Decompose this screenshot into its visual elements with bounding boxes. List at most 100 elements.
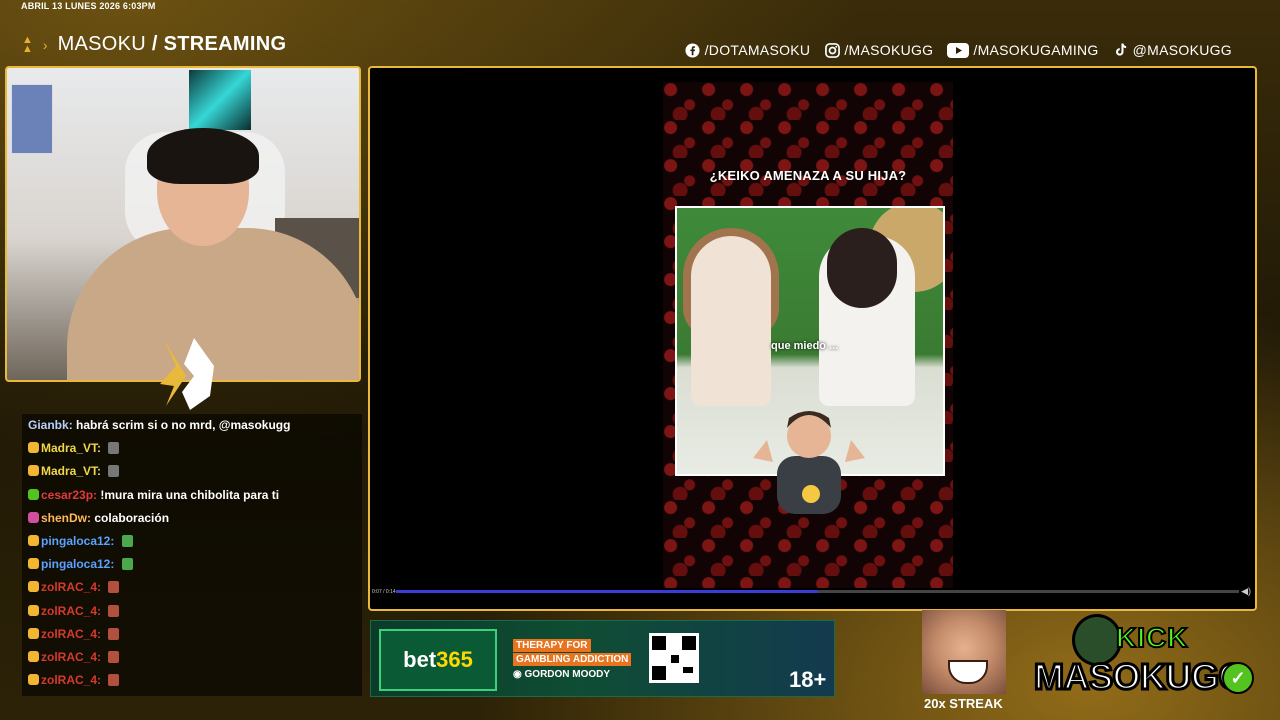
video-frame: ¿KEIKO AMENAZA A SU HIJA? que miedo ... [663, 82, 953, 588]
social-instagram: /MASOKUGG [824, 42, 933, 58]
chat-message: zolRAC_4: [28, 626, 120, 641]
social-label: @MASOKUGG [1132, 42, 1232, 58]
face-emote-icon [108, 651, 120, 663]
crown-badge-icon [28, 651, 39, 662]
chat-message: Madra_VT: [28, 441, 120, 456]
facebook-icon [685, 42, 701, 58]
chat-separator: : [97, 580, 105, 595]
bet-brand: bet [403, 647, 437, 672]
tiktok-icon [1113, 42, 1129, 58]
chat-username[interactable]: zolRAC_4 [41, 673, 97, 687]
chat-separator: : [97, 464, 105, 479]
green-badge-icon [28, 488, 39, 500]
social-tiktok: @MASOKUGG [1113, 42, 1232, 58]
chat-message: cesar23p: !mura mira una chibolita para … [28, 488, 279, 502]
chat-message: Madra_VT: [28, 464, 120, 479]
brand-section: / STREAMING [146, 33, 287, 55]
chat-panel: Gianbk: habrá scrim si o no mrd, @masoku… [22, 414, 362, 696]
chat-username[interactable]: shenDw [41, 511, 87, 525]
gordon-moody-label: GORDON MOODY [524, 669, 611, 680]
wolf-logo-icon [160, 338, 214, 410]
kick-channel-logo: KICK MASOKUGG ✓ [1032, 612, 1258, 699]
video-time: 0:07 / 0:14 [372, 589, 396, 595]
instagram-icon [824, 42, 840, 58]
streamer-hair [147, 128, 259, 184]
therapy-message: THERAPY FOR GAMBLING ADDICTION ◉ GORDON … [513, 639, 632, 681]
chat-username[interactable]: zolRAC_4 [41, 650, 97, 664]
bet365-logo: bet 365 [379, 629, 497, 691]
chat-message: zolRAC_4: [28, 580, 120, 595]
wall-poster [11, 84, 53, 154]
chat-text: habrá scrim si o no mrd, @masokugg [76, 418, 291, 432]
crown-badge-icon [28, 674, 39, 686]
crown-badge-icon [28, 535, 39, 546]
streak-label: 20x STREAK [924, 696, 1003, 711]
pink-badge-icon [28, 511, 39, 523]
sponsor-banner[interactable]: bet 365 THERAPY FOR GAMBLING ADDICTION ◉ … [370, 620, 835, 697]
crown-badge-icon [28, 442, 39, 454]
crown-badge-icon [28, 627, 39, 639]
chat-username[interactable]: pingaloca12 [41, 534, 110, 548]
chat-message: zolRAC_4: [28, 673, 120, 687]
age-restriction-label: 18+ [789, 667, 827, 692]
chat-message: zolRAC_4: [28, 650, 120, 664]
verified-check-icon: ✓ [1222, 662, 1254, 694]
chat-message: zolRAC_4: [28, 603, 120, 618]
volume-icon[interactable]: ◀) [1241, 586, 1251, 597]
wall-screen [189, 70, 251, 130]
brand-name: MASOKU [57, 33, 147, 55]
crown-badge-icon [28, 465, 39, 477]
video-subtitle: que miedo ... [771, 340, 839, 352]
laughing-mouth [948, 660, 988, 684]
video-progress-bar[interactable] [396, 590, 1239, 593]
chat-message: pingaloca12: [28, 534, 133, 548]
chat-separator: : [97, 626, 105, 641]
face-emote-icon [108, 581, 120, 594]
video-title: ¿KEIKO AMENAZA A SU HIJA? [709, 168, 907, 183]
woman-left [691, 236, 771, 406]
chat-separator: : [68, 418, 77, 432]
frog-emote-icon [121, 558, 133, 571]
chat-username[interactable]: Gianbk [28, 418, 69, 432]
chat-separator: : [97, 441, 105, 456]
streak-emote [922, 610, 1006, 694]
video-progress-fill [396, 590, 818, 593]
chat-username[interactable]: pingaloca12 [41, 557, 110, 571]
chat-username[interactable]: zolRAC_4 [41, 604, 97, 618]
youtube-icon [947, 42, 970, 58]
video-player[interactable]: ¿KEIKO AMENAZA A SU HIJA? que miedo ... … [368, 66, 1257, 611]
bet-number: 365 [436, 647, 473, 672]
chat-username[interactable]: Madra_VT [41, 464, 97, 478]
crown-badge-icon [28, 558, 39, 570]
reaction-avatar [753, 411, 865, 514]
chat-separator: : [110, 534, 118, 548]
chat-username[interactable]: Madra_VT [41, 441, 97, 455]
chat-message: shenDw: colaboración [28, 511, 169, 525]
woman-right-hair [827, 228, 897, 308]
figure-emote-icon [108, 465, 120, 478]
social-label: /MASOKUGG [844, 42, 934, 58]
qr-code-icon [649, 633, 699, 683]
therapy-line-1: THERAPY FOR [513, 639, 591, 652]
crown-badge-icon [28, 581, 39, 593]
arrow-right-icon: › [42, 36, 48, 53]
chat-text: !mura mira una chibolita para ti [100, 487, 280, 502]
chat-username[interactable]: zolRAC_4 [41, 580, 97, 594]
chat-text: colaboración [94, 510, 170, 525]
chat-separator: : [110, 557, 118, 572]
chat-username[interactable]: zolRAC_4 [41, 627, 97, 641]
social-youtube: /MASOKUGAMING [947, 42, 1098, 58]
social-label: /MASOKUGAMING [973, 42, 1099, 58]
chat-message: Gianbk: habrá scrim si o no mrd, @masoku… [28, 418, 290, 432]
chat-separator: : [97, 603, 105, 618]
social-links: /DOTAMASOKU /MASOKUGG /MASOKUGAMING @MAS… [685, 42, 1232, 58]
chat-username[interactable]: cesar23p [41, 488, 93, 502]
figure-emote-icon [108, 442, 120, 455]
frog-emote-icon [121, 535, 133, 547]
social-label: /DOTAMASOKU [704, 42, 811, 58]
kick-channel-name: MASOKUGG [1033, 655, 1249, 699]
chat-separator: : [97, 650, 105, 664]
kick-label: KICK [1115, 621, 1189, 654]
crown-badge-icon [28, 604, 39, 616]
chevron-right-icon: ▲ ▲ [22, 33, 33, 55]
